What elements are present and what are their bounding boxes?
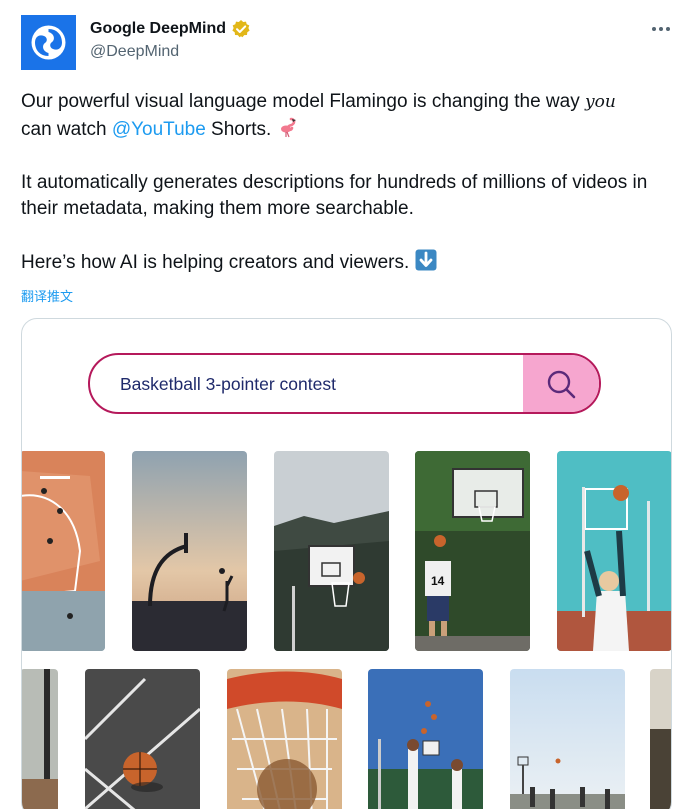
svg-text:14: 14	[431, 574, 445, 588]
youtube-mention-link[interactable]: @YouTube	[112, 119, 206, 140]
search-button	[523, 355, 599, 412]
translate-tweet-link[interactable]: 翻译推文	[21, 286, 73, 305]
tweet-paragraph-1: Our powerful visual language model Flami…	[21, 89, 676, 143]
down-arrow-emoji-icon	[415, 249, 437, 271]
flamingo-emoji-icon	[277, 116, 299, 138]
deepmind-logo-icon	[21, 15, 76, 70]
tweet-text-segment: Our powerful visual language model Flami…	[21, 91, 585, 112]
video-thumbnail[interactable]	[510, 669, 625, 809]
video-thumbnail[interactable]	[368, 669, 483, 809]
video-thumbnail[interactable]: 14	[415, 451, 530, 651]
search-query-text: Basketball 3-pointer contest	[120, 374, 336, 394]
more-options-button[interactable]	[648, 19, 674, 39]
video-thumbnail[interactable]	[274, 451, 389, 651]
tweet-text-segment: can watch	[21, 118, 112, 140]
video-thumbnail[interactable]	[22, 451, 105, 651]
media-card[interactable]: Basketball 3-pointer contest 14	[21, 318, 672, 809]
gold-verified-badge-icon[interactable]	[231, 19, 251, 39]
video-thumbnail[interactable]	[22, 669, 58, 809]
magnifier-icon	[547, 370, 576, 398]
author-avatar[interactable]	[21, 15, 76, 70]
tweet-emphasis: you	[584, 92, 616, 112]
tweet-paragraph-2: It automatically generates descriptions …	[21, 171, 648, 220]
video-thumbnail[interactable]	[227, 669, 342, 809]
more-horizontal-icon	[652, 27, 656, 31]
tweet-text-segment: Shorts.	[205, 118, 277, 140]
video-thumbnail[interactable]	[557, 451, 671, 651]
video-thumbnail[interactable]	[132, 451, 247, 651]
author-handle[interactable]: @DeepMind	[90, 43, 179, 61]
more-dot	[666, 27, 670, 31]
tweet-text-segment: Here’s how AI is helping creators and vi…	[21, 252, 415, 273]
video-thumbnail[interactable]	[85, 669, 200, 809]
search-bar: Basketball 3-pointer contest	[88, 353, 601, 414]
tweet-paragraph-3: Here’s how AI is helping creators and vi…	[21, 249, 676, 277]
more-dot	[659, 27, 663, 31]
tweet-body: Our powerful visual language model Flami…	[21, 89, 676, 277]
author-display-name[interactable]: Google DeepMind	[90, 20, 226, 38]
author-name-row: Google DeepMind	[90, 19, 251, 39]
video-thumbnail[interactable]	[650, 669, 671, 809]
